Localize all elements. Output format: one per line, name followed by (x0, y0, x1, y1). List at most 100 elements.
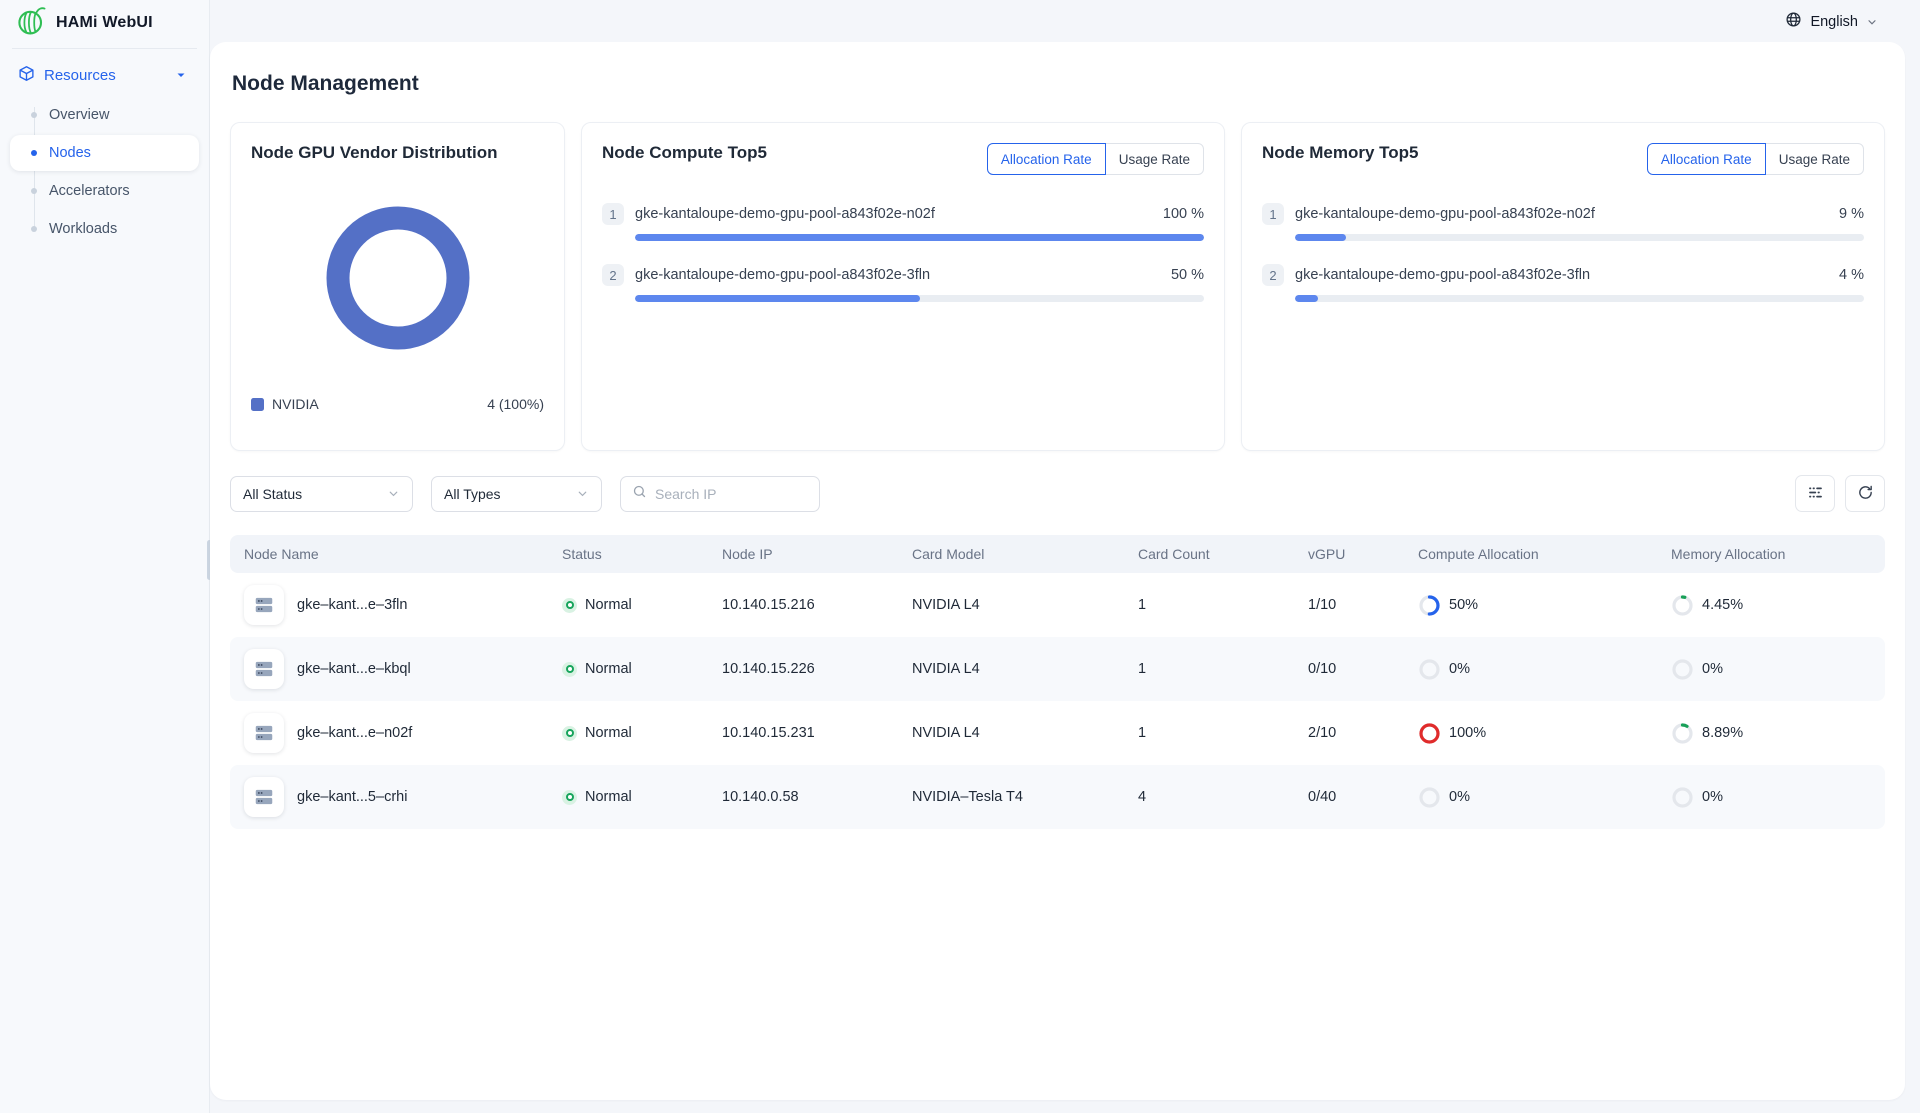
sidebar-item-accelerators[interactable]: Accelerators (10, 173, 199, 209)
sidebar-item-workloads[interactable]: Workloads (10, 211, 199, 247)
cell-vgpu: 1/10 (1296, 597, 1406, 613)
sidebar-tree: Overview Nodes Accelerators Workloads (0, 97, 209, 247)
server-icon (253, 722, 275, 744)
refresh-button[interactable] (1845, 475, 1885, 512)
cell-card-model: NVIDIA L4 (900, 725, 1126, 741)
progress-bar (635, 295, 1204, 302)
chevron-down-icon (175, 69, 187, 81)
sidebar-item-label: Nodes (49, 145, 91, 161)
legend-value: 4 (100%) (487, 396, 544, 412)
box-icon (18, 65, 35, 86)
top5-item: 2gke-kantaloupe-demo-gpu-pool-a843f02e-3… (1262, 264, 1864, 302)
column-header: Card Count (1126, 546, 1296, 562)
column-header: Status (550, 546, 710, 562)
column-header: Node IP (710, 546, 900, 562)
column-settings-button[interactable] (1795, 475, 1835, 512)
sidebar-item-overview[interactable]: Overview (10, 97, 199, 133)
node-name-text: gke–kant...e–kbql (297, 661, 411, 677)
language-selector[interactable]: English (1785, 11, 1878, 32)
rank-badge: 1 (602, 203, 624, 225)
nodes-table: Node NameStatusNode IPCard ModelCard Cou… (230, 535, 1885, 829)
allocation-ring (1671, 786, 1694, 809)
tree-dot (31, 188, 37, 194)
type-filter-select[interactable]: All Types (431, 476, 602, 512)
cell-card-model: NVIDIA L4 (900, 597, 1126, 613)
top5-value: 4 % (1839, 267, 1864, 283)
usage-rate-button[interactable]: Usage Rate (1105, 143, 1204, 175)
column-header: Node Name (230, 546, 550, 562)
sidebar-item-label: Accelerators (49, 183, 130, 199)
cell-vgpu: 0/10 (1296, 661, 1406, 677)
server-icon (253, 786, 275, 808)
cell-node-name: gke–kant...5–crhi (230, 777, 550, 817)
search-ip-box (620, 476, 820, 512)
compute-allocation-text: 50% (1449, 597, 1478, 613)
server-icon (253, 658, 275, 680)
app-title: HAMi WebUI (56, 14, 153, 32)
legend-label: NVIDIA (272, 396, 319, 412)
table-row[interactable]: gke–kant...e–n02fNormal10.140.15.231NVID… (230, 701, 1885, 765)
search-ip-input[interactable] (655, 486, 808, 502)
rank-badge: 2 (1262, 264, 1284, 286)
summary-cards: Node GPU Vendor Distribution NVIDIA 4 (1… (230, 122, 1885, 451)
table-row[interactable]: gke–kant...e–3flnNormal10.140.15.216NVID… (230, 573, 1885, 637)
allocation-ring (1418, 722, 1441, 745)
cell-node-ip: 10.140.15.226 (710, 661, 900, 677)
vendor-donut-chart (251, 159, 544, 396)
status-text: Normal (585, 789, 632, 805)
table-body: gke–kant...e–3flnNormal10.140.15.216NVID… (230, 573, 1885, 829)
sidebar-item-nodes[interactable]: Nodes (10, 135, 199, 171)
allocation-rate-button[interactable]: Allocation Rate (987, 143, 1106, 175)
allocation-ring (1418, 594, 1441, 617)
app-root: HAMi WebUI Resources (0, 0, 1920, 1113)
progress-bar (1295, 234, 1864, 241)
rank-badge: 1 (1262, 203, 1284, 225)
memory-allocation-text: 8.89% (1702, 725, 1743, 741)
allocation-ring (1418, 786, 1441, 809)
memory-rate-toggle: Allocation Rate Usage Rate (1647, 143, 1864, 175)
filter-bar: All Status All Types (230, 475, 1885, 512)
sidebar-item-resources[interactable]: Resources (18, 59, 195, 91)
cell-node-name: gke–kant...e–kbql (230, 649, 550, 689)
allocation-ring (1418, 658, 1441, 681)
memory-top5-list: 1gke-kantaloupe-demo-gpu-pool-a843f02e-n… (1262, 203, 1864, 302)
sidebar-section-label: Resources (44, 67, 116, 84)
status-filter-select[interactable]: All Status (230, 476, 413, 512)
cell-node-ip: 10.140.0.58 (710, 789, 900, 805)
cell-card-count: 1 (1126, 725, 1296, 741)
table-row[interactable]: gke–kant...e–kbql Normal 10.140.15.226NVID… (230, 637, 1885, 701)
compute-top5-list: 1gke-kantaloupe-demo-gpu-pool-a843f02e-n… (602, 203, 1204, 302)
top5-item: 1gke-kantaloupe-demo-gpu-pool-a843f02e-n… (602, 203, 1204, 241)
vendor-legend: NVIDIA 4 (100%) (251, 396, 544, 412)
memory-allocation-text: 4.45% (1702, 597, 1743, 613)
table-row[interactable]: gke–kant...5–crhi Normal 10.140.0.58NVIDIA… (230, 765, 1885, 829)
column-header: Card Model (900, 546, 1126, 562)
cell-node-ip: 10.140.15.231 (710, 725, 900, 741)
cell-memory-allocation: 8.89% (1659, 722, 1885, 745)
cell-card-count: 1 (1126, 597, 1296, 613)
status-text: Normal (585, 661, 632, 677)
refresh-icon (1857, 484, 1874, 504)
status-text: Normal (585, 597, 632, 613)
cell-compute-allocation: 100% (1406, 722, 1659, 745)
card-title: Node Memory Top5 (1262, 143, 1418, 163)
cell-card-model: NVIDIA–Tesla T4 (900, 789, 1126, 805)
status-dot-icon (562, 790, 577, 805)
column-header: Memory Allocation (1659, 546, 1885, 562)
status-dot-icon (562, 598, 577, 613)
legend-swatch (251, 398, 264, 411)
sidebar-nav: Resources Overview Nodes Accelerators (0, 59, 209, 247)
language-label: English (1810, 14, 1858, 30)
node-icon (244, 777, 284, 817)
compute-allocation-text: 0% (1449, 661, 1470, 677)
cell-card-model: NVIDIA L4 (900, 661, 1126, 677)
node-icon (244, 585, 284, 625)
top5-item: 2gke-kantaloupe-demo-gpu-pool-a843f02e-3… (602, 264, 1204, 302)
type-filter-value: All Types (444, 486, 501, 502)
allocation-ring (1671, 658, 1694, 681)
node-name-text: gke–kant...e–3fln (297, 597, 407, 613)
cell-memory-allocation: 4.45% (1659, 594, 1885, 617)
usage-rate-button[interactable]: Usage Rate (1765, 143, 1864, 175)
status-filter-value: All Status (243, 486, 302, 502)
allocation-rate-button[interactable]: Allocation Rate (1647, 143, 1766, 175)
